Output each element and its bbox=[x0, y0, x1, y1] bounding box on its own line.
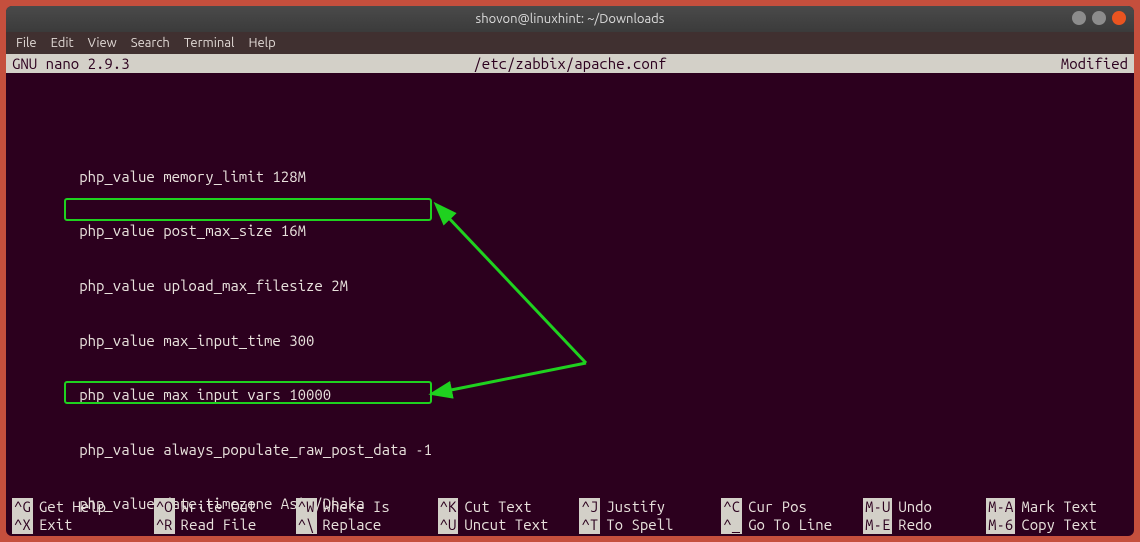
window-titlebar: shovon@linuxhint: ~/Downloads bbox=[6, 6, 1134, 32]
menu-terminal[interactable]: Terminal bbox=[184, 36, 235, 50]
menubar: File Edit View Search Terminal Help bbox=[6, 32, 1134, 54]
shortcut-row: ^XExit ^RRead File ^\Replace ^UUncut Tex… bbox=[12, 516, 1128, 534]
code-line: php_value max_input_time 300 bbox=[12, 332, 1128, 350]
window-controls bbox=[1072, 11, 1126, 25]
annotation-highlight-box bbox=[64, 198, 432, 221]
menu-search[interactable]: Search bbox=[131, 36, 170, 50]
shortcut-read-file[interactable]: ^RRead File bbox=[154, 516, 296, 534]
window-title: shovon@linuxhint: ~/Downloads bbox=[476, 12, 665, 26]
shortcut-redo[interactable]: M-ERedo bbox=[863, 516, 986, 534]
terminal-window: shovon@linuxhint: ~/Downloads File Edit … bbox=[6, 6, 1134, 536]
nano-status: Modified bbox=[1061, 54, 1128, 73]
shortcut-where-is[interactable]: ^WWhere Is bbox=[296, 498, 438, 516]
shortcut-undo[interactable]: M-UUndo bbox=[863, 498, 986, 516]
menu-edit[interactable]: Edit bbox=[51, 36, 74, 50]
code-line: php_value upload_max_filesize 2M bbox=[12, 277, 1128, 295]
close-icon[interactable] bbox=[1112, 11, 1126, 25]
shortcut-justify[interactable]: ^JJustify bbox=[579, 498, 721, 516]
nano-titlebar: GNU nano 2.9.3 /etc/zabbix/apache.conf M… bbox=[6, 54, 1134, 73]
code-line: php_value post_max_size 16M bbox=[12, 222, 1128, 240]
menu-help[interactable]: Help bbox=[248, 36, 275, 50]
code-line: php_value max_input_vars 10000 bbox=[12, 386, 1128, 404]
minimize-icon[interactable] bbox=[1072, 11, 1086, 25]
code-line: php_value memory_limit 128M bbox=[12, 168, 1128, 186]
shortcut-mark-text[interactable]: M-AMark Text bbox=[986, 498, 1128, 516]
shortcut-cut-text[interactable]: ^KCut Text bbox=[438, 498, 580, 516]
shortcut-copy-text[interactable]: M-6Copy Text bbox=[986, 516, 1128, 534]
nano-app-version: GNU nano 2.9.3 bbox=[12, 54, 130, 73]
shortcut-write-out[interactable]: ^OWrite Out bbox=[154, 498, 296, 516]
nano-shortcut-bar: ^GGet Help ^OWrite Out ^WWhere Is ^KCut … bbox=[6, 498, 1134, 536]
editor-body[interactable]: php_value memory_limit 128M php_value po… bbox=[6, 73, 1134, 493]
shortcut-row: ^GGet Help ^OWrite Out ^WWhere Is ^KCut … bbox=[12, 498, 1128, 516]
shortcut-uncut-text[interactable]: ^UUncut Text bbox=[438, 516, 580, 534]
maximize-icon[interactable] bbox=[1092, 11, 1106, 25]
shortcut-exit[interactable]: ^XExit bbox=[12, 516, 154, 534]
menu-file[interactable]: File bbox=[16, 36, 37, 50]
shortcut-to-spell[interactable]: ^TTo Spell bbox=[579, 516, 721, 534]
shortcut-get-help[interactable]: ^GGet Help bbox=[12, 498, 154, 516]
nano-filepath: /etc/zabbix/apache.conf bbox=[473, 54, 666, 73]
menu-view[interactable]: View bbox=[88, 36, 117, 50]
shortcut-go-to-line[interactable]: ^_Go To Line bbox=[721, 516, 863, 534]
shortcut-replace[interactable]: ^\Replace bbox=[296, 516, 438, 534]
shortcut-cur-pos[interactable]: ^CCur Pos bbox=[721, 498, 863, 516]
code-line: php_value always_populate_raw_post_data … bbox=[12, 441, 1128, 459]
